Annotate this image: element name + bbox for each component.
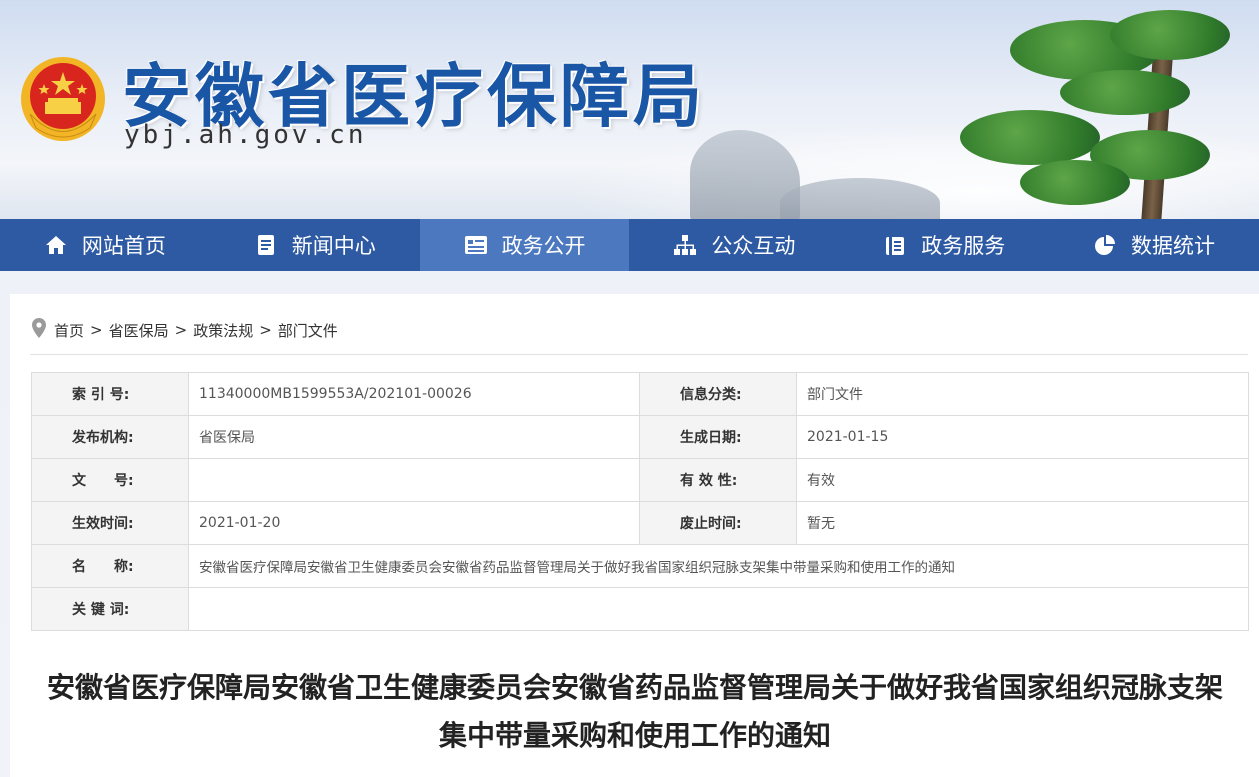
nav-item-news[interactable]: 新闻中心 (210, 219, 420, 271)
nav-item-interaction[interactable]: 公众互动 (629, 219, 839, 271)
keywords-label: 关 键 词: (31, 587, 189, 631)
document-info-table: 索 引 号: 11340000MB1599553A/202101-00026 信… (31, 372, 1249, 631)
validity-value: 有效 (796, 458, 1249, 502)
nav-item-statistics[interactable]: 数据统计 (1049, 219, 1259, 271)
location-pin-icon (32, 318, 46, 342)
divider (30, 354, 1248, 355)
national-emblem-icon (21, 57, 105, 141)
nav-label: 网站首页 (81, 234, 166, 258)
breadcrumb-department-docs[interactable]: 部门文件 (278, 320, 338, 341)
created-date-label: 生成日期: (639, 415, 797, 459)
banner-pine-foliage (1060, 70, 1190, 115)
name-value: 安徽省医疗保障局安徽省卫生健康委员会安徽省药品监督管理局关于做好我省国家组织冠脉… (188, 544, 1249, 588)
name-label: 名 称: (31, 544, 189, 588)
banner-pine-foliage (1110, 10, 1230, 60)
effective-date-value: 2021-01-20 (188, 501, 640, 545)
site-domain: ybj.ah.gov.cn (124, 120, 367, 150)
header-banner: 安徽省医疗保障局 ybj.ah.gov.cn (0, 0, 1259, 219)
table-row: 关 键 词: (31, 587, 1249, 631)
publisher-value: 省医保局 (188, 415, 640, 459)
list-icon (464, 233, 488, 257)
nav-label: 政务公开 (501, 234, 586, 258)
nav-label: 政务服务 (921, 234, 1006, 258)
breadcrumb: 首页 > 省医保局 > 政策法规 > 部门文件 (32, 318, 338, 342)
nav-label: 新闻中心 (291, 234, 376, 258)
pie-chart-icon (1093, 233, 1117, 257)
clipboard-icon (883, 233, 907, 257)
created-date-value: 2021-01-15 (796, 415, 1249, 459)
nav-item-services[interactable]: 政务服务 (839, 219, 1049, 271)
abolish-date-label: 废止时间: (639, 501, 797, 545)
table-row: 索 引 号: 11340000MB1599553A/202101-00026 信… (31, 372, 1249, 416)
effective-date-label: 生效时间: (31, 501, 189, 545)
publisher-label: 发布机构: (31, 415, 189, 459)
nav-item-gov-affairs[interactable]: 政务公开 (419, 219, 630, 271)
document-title: 安徽省医疗保障局安徽省卫生健康委员会安徽省药品监督管理局关于做好我省国家组织冠脉… (46, 671, 1223, 752)
breadcrumb-separator: > (259, 321, 272, 339)
breadcrumb-separator: > (90, 321, 103, 339)
index-value: 11340000MB1599553A/202101-00026 (188, 372, 640, 416)
document-icon (254, 233, 278, 257)
nav-label: 公众互动 (711, 234, 796, 258)
nav-label: 数据统计 (1131, 234, 1216, 258)
breadcrumb-policy[interactable]: 政策法规 (193, 320, 253, 341)
content-card: 首页 > 省医保局 > 政策法规 > 部门文件 索 引 号: 11340000M… (10, 294, 1259, 777)
category-value: 部门文件 (796, 372, 1249, 416)
banner-pine-foliage (960, 110, 1100, 165)
table-row: 发布机构: 省医保局 生成日期: 2021-01-15 (31, 415, 1249, 459)
banner-pine-foliage (1020, 160, 1130, 205)
home-icon (44, 233, 68, 257)
doc-number-label: 文 号: (31, 458, 189, 502)
nav-item-home[interactable]: 网站首页 (0, 219, 210, 271)
keywords-value (188, 587, 1249, 631)
breadcrumb-home[interactable]: 首页 (54, 320, 84, 341)
network-icon (673, 233, 697, 257)
breadcrumb-bureau[interactable]: 省医保局 (109, 320, 169, 341)
breadcrumb-separator: > (174, 321, 188, 339)
category-label: 信息分类: (639, 372, 797, 416)
table-row: 文 号: 有 效 性: 有效 (31, 458, 1249, 502)
validity-label: 有 效 性: (639, 458, 797, 502)
main-nav: 网站首页 新闻中心 政务公开 公众互动 政务服务 数据统计 (0, 219, 1259, 271)
abolish-date-value: 暂无 (796, 501, 1249, 545)
doc-number-value (188, 458, 640, 502)
index-label: 索 引 号: (31, 372, 189, 416)
table-row: 名 称: 安徽省医疗保障局安徽省卫生健康委员会安徽省药品监督管理局关于做好我省国… (31, 544, 1249, 588)
table-row: 生效时间: 2021-01-20 废止时间: 暂无 (31, 501, 1249, 545)
